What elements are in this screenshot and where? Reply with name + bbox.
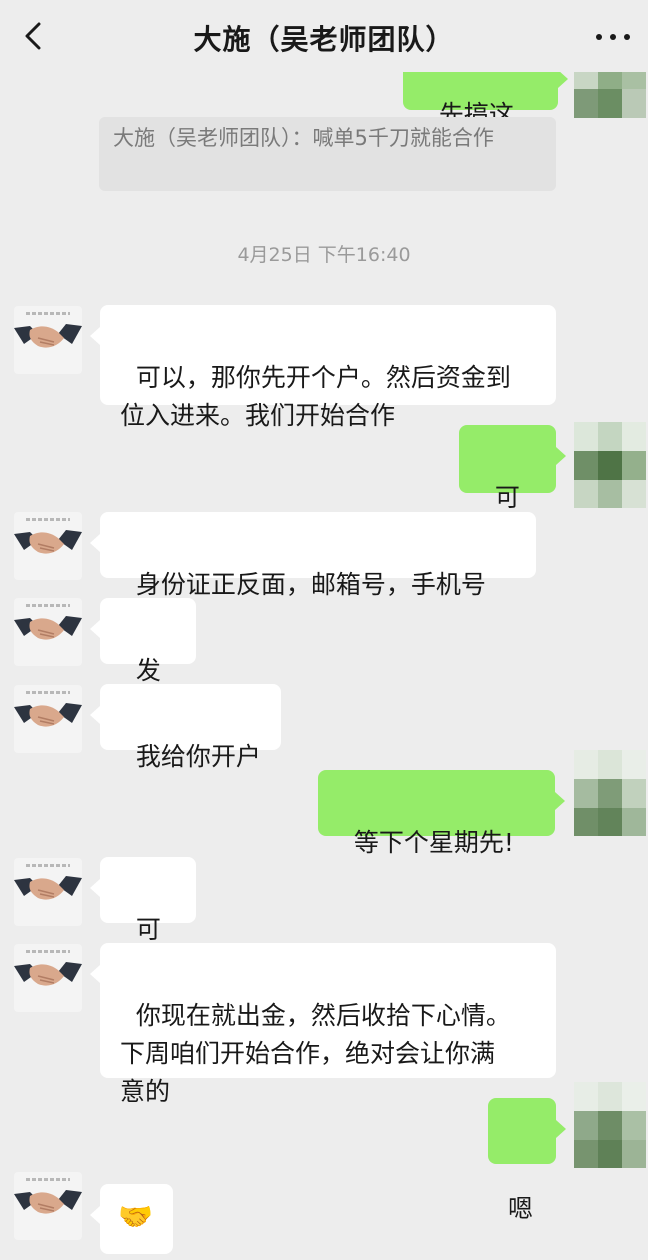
- handshake-avatar-icon: [14, 324, 82, 348]
- message-text: 身份证正反面，邮箱号，手机号: [135, 570, 486, 599]
- message-text: 嗯: [508, 1194, 534, 1223]
- my-avatar[interactable]: [574, 422, 646, 508]
- handshake-avatar-icon: [14, 703, 82, 727]
- handshake-avatar-icon: [14, 530, 82, 554]
- my-avatar[interactable]: [574, 1082, 646, 1168]
- contact-avatar[interactable]: [14, 685, 82, 753]
- my-avatar[interactable]: [574, 750, 646, 836]
- contact-avatar[interactable]: [14, 598, 82, 666]
- message-bubble-incoming[interactable]: 可以: [90, 857, 196, 982]
- message-bubble-incoming[interactable]: 🤝: [90, 1184, 173, 1254]
- timestamp: 4月25日 下午16:40: [237, 244, 411, 266]
- message-text: 可以，那你先开个户。然后资金到 位入进来。我们开始合作: [120, 363, 511, 430]
- handshake-avatar-icon: [14, 876, 82, 900]
- chat-header: 大施（吴老师团队）: [0, 0, 648, 72]
- message-bubble-incoming[interactable]: 可以，那你先开个户。然后资金到 位入进来。我们开始合作: [90, 305, 556, 430]
- contact-avatar[interactable]: [14, 306, 82, 374]
- message-bubble-incoming[interactable]: 我给你开户: [90, 684, 281, 771]
- contact-avatar[interactable]: [14, 1172, 82, 1240]
- message-bubble-outgoing[interactable]: 等下个星期先!: [318, 770, 565, 857]
- contact-avatar[interactable]: [14, 944, 82, 1012]
- message-text: 我给你开户: [135, 742, 261, 771]
- handshake-avatar-icon: [14, 962, 82, 986]
- handshake-avatar-icon: [14, 616, 82, 640]
- quoted-message[interactable]: 大施（吴老师团队）：喊单5千刀就能合作: [99, 117, 556, 191]
- quoted-message-text: 大施（吴老师团队）：喊单5千刀就能合作: [113, 126, 494, 150]
- message-bubble-incoming[interactable]: 你现在就出金，然后收拾下心情。 下周咱们开始合作，绝对会让你满 意的: [90, 943, 556, 1106]
- handshake-avatar-icon: [14, 1190, 82, 1214]
- message-bubble-incoming[interactable]: 发我: [90, 598, 196, 723]
- handshake-emoji-icon: 🤝: [118, 1200, 153, 1233]
- chat-title: 大施（吴老师团队）: [193, 23, 455, 56]
- contact-avatar[interactable]: [14, 858, 82, 926]
- message-text: 等下个星期先!: [353, 828, 514, 857]
- more-icon[interactable]: [596, 34, 630, 42]
- contact-avatar[interactable]: [14, 512, 82, 580]
- message-text: 你现在就出金，然后收拾下心情。 下周咱们开始合作，绝对会让你满 意的: [120, 1001, 511, 1106]
- message-bubble-outgoing[interactable]: 嗯: [488, 1098, 566, 1223]
- message-bubble-incoming[interactable]: 身份证正反面，邮箱号，手机号: [90, 512, 536, 599]
- message-bubble-outgoing[interactable]: 可以: [459, 425, 566, 550]
